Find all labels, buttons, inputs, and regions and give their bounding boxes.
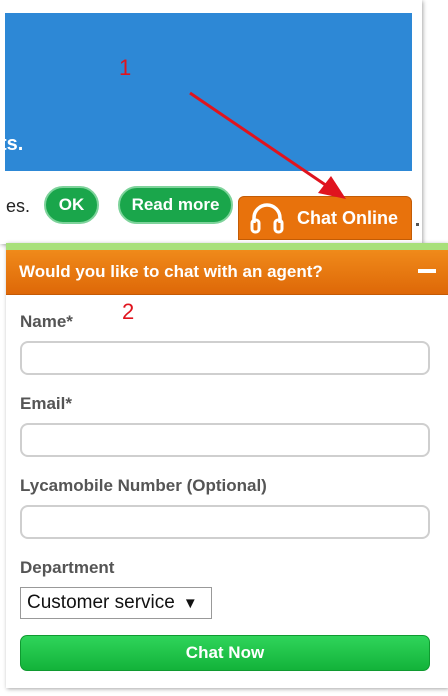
step-number-1: 1 — [119, 55, 132, 80]
annotation-arrow — [189, 91, 346, 199]
step-number-2: 2 — [122, 299, 135, 324]
